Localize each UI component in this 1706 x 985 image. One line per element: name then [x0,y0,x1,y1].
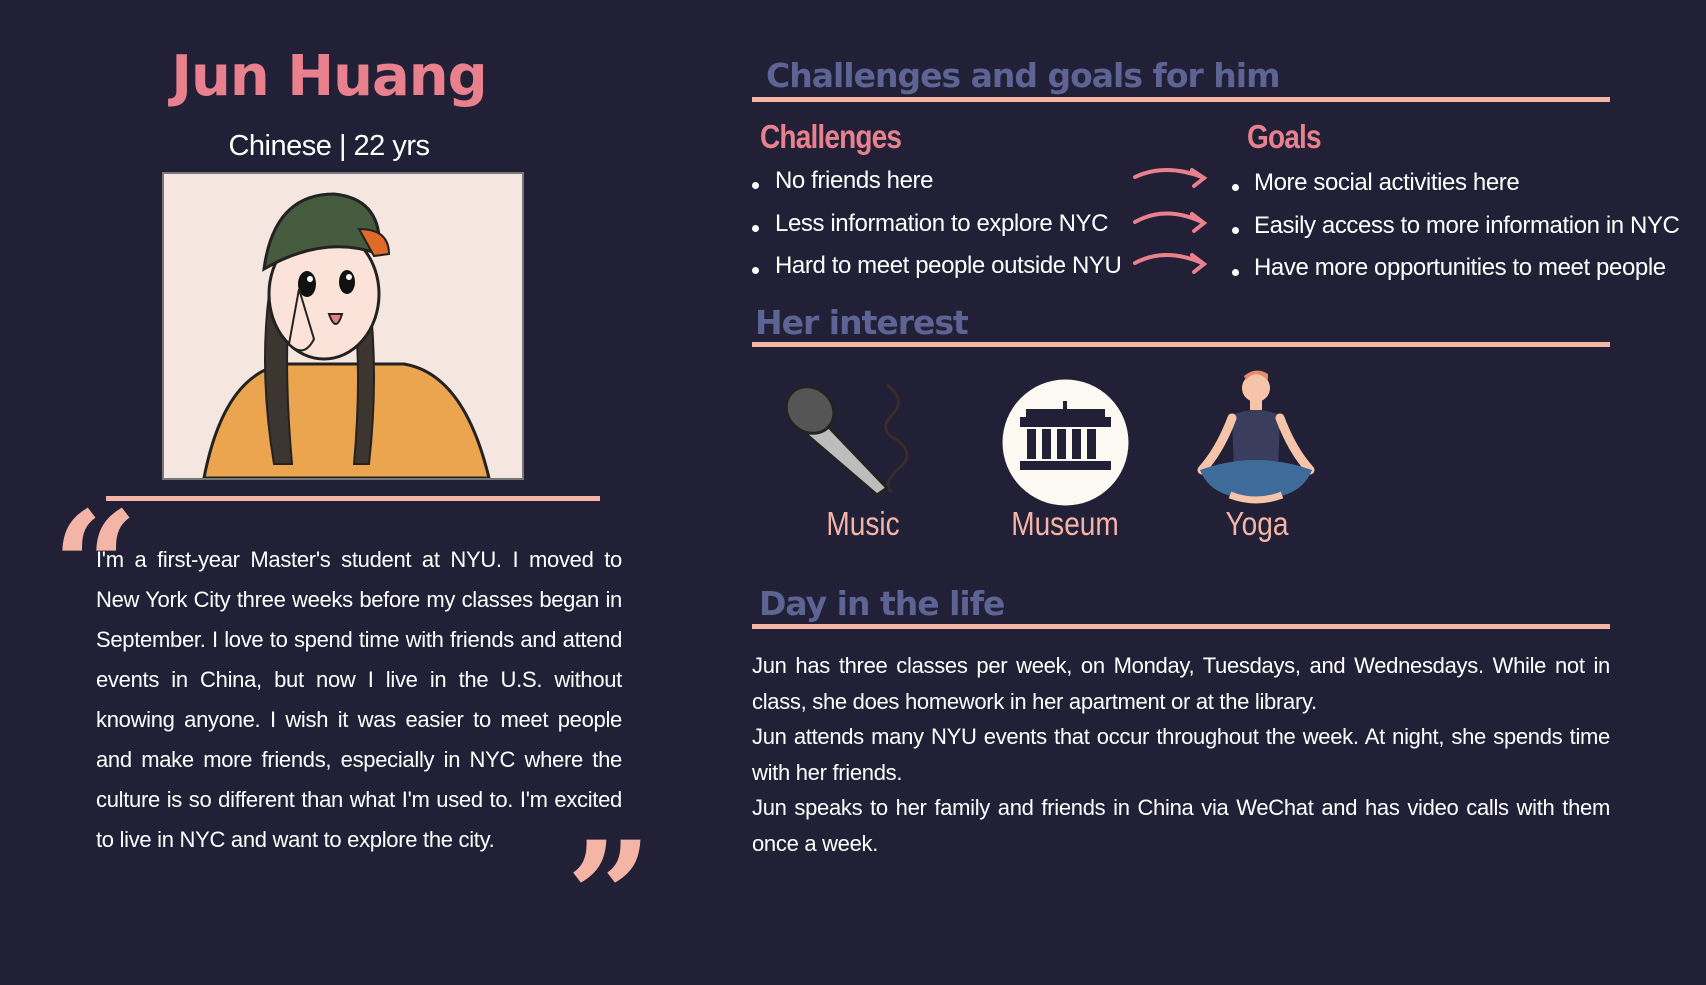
bullet [752,182,759,189]
bullet [1232,184,1239,191]
goal-item: Have more opportunities to meet people [1254,254,1666,281]
section-divider [752,342,1610,347]
challenge-item: Hard to meet people outside NYU [775,252,1122,279]
persona-avatar [162,172,524,480]
yoga-icon [1197,370,1315,504]
bullet [1232,269,1239,276]
goals-heading: Goals [1247,118,1322,155]
persona-name: Jun Huang [171,44,488,109]
interest-label-museum: Museum [1011,505,1119,542]
day-description: Jun has three classes per week, on Monda… [752,648,1610,861]
goal-item: Easily access to more information in NYC [1254,212,1680,239]
section-divider [752,97,1610,102]
interest-label-yoga: Yoga [1225,505,1289,542]
bullet [752,267,759,274]
interest-section-title: Her interest [755,303,969,342]
challenge-item: No friends here [775,167,934,194]
challenges-section-title: Challenges and goals for him [766,56,1280,95]
challenge-item: Less information to explore NYC [775,210,1109,237]
section-divider [752,624,1610,629]
microphone-icon [784,383,909,497]
day-paragraph: Jun attends many NYU events that occur t… [752,724,1610,785]
bullet [1232,227,1239,234]
challenges-heading: Challenges [760,118,902,155]
goal-item: More social activities here [1254,169,1520,196]
interest-label-music: Music [826,505,900,542]
arrow-right-icon [1133,253,1208,274]
persona-subtitle: Chinese | 22 yrs [228,130,430,162]
arrows [1133,168,1208,274]
bullet [752,225,759,232]
day-paragraph: Jun speaks to her family and friends in … [752,795,1610,856]
day-paragraph: Jun has three classes per week, on Monda… [752,653,1610,714]
arrow-right-icon [1133,211,1208,233]
profile-divider [106,496,600,501]
persona-bio: I'm a first-year Master's student at NYU… [96,547,622,852]
museum-icon [1002,379,1129,506]
day-section-title: Day in the life [759,584,1005,623]
arrow-right-icon [1133,168,1208,188]
